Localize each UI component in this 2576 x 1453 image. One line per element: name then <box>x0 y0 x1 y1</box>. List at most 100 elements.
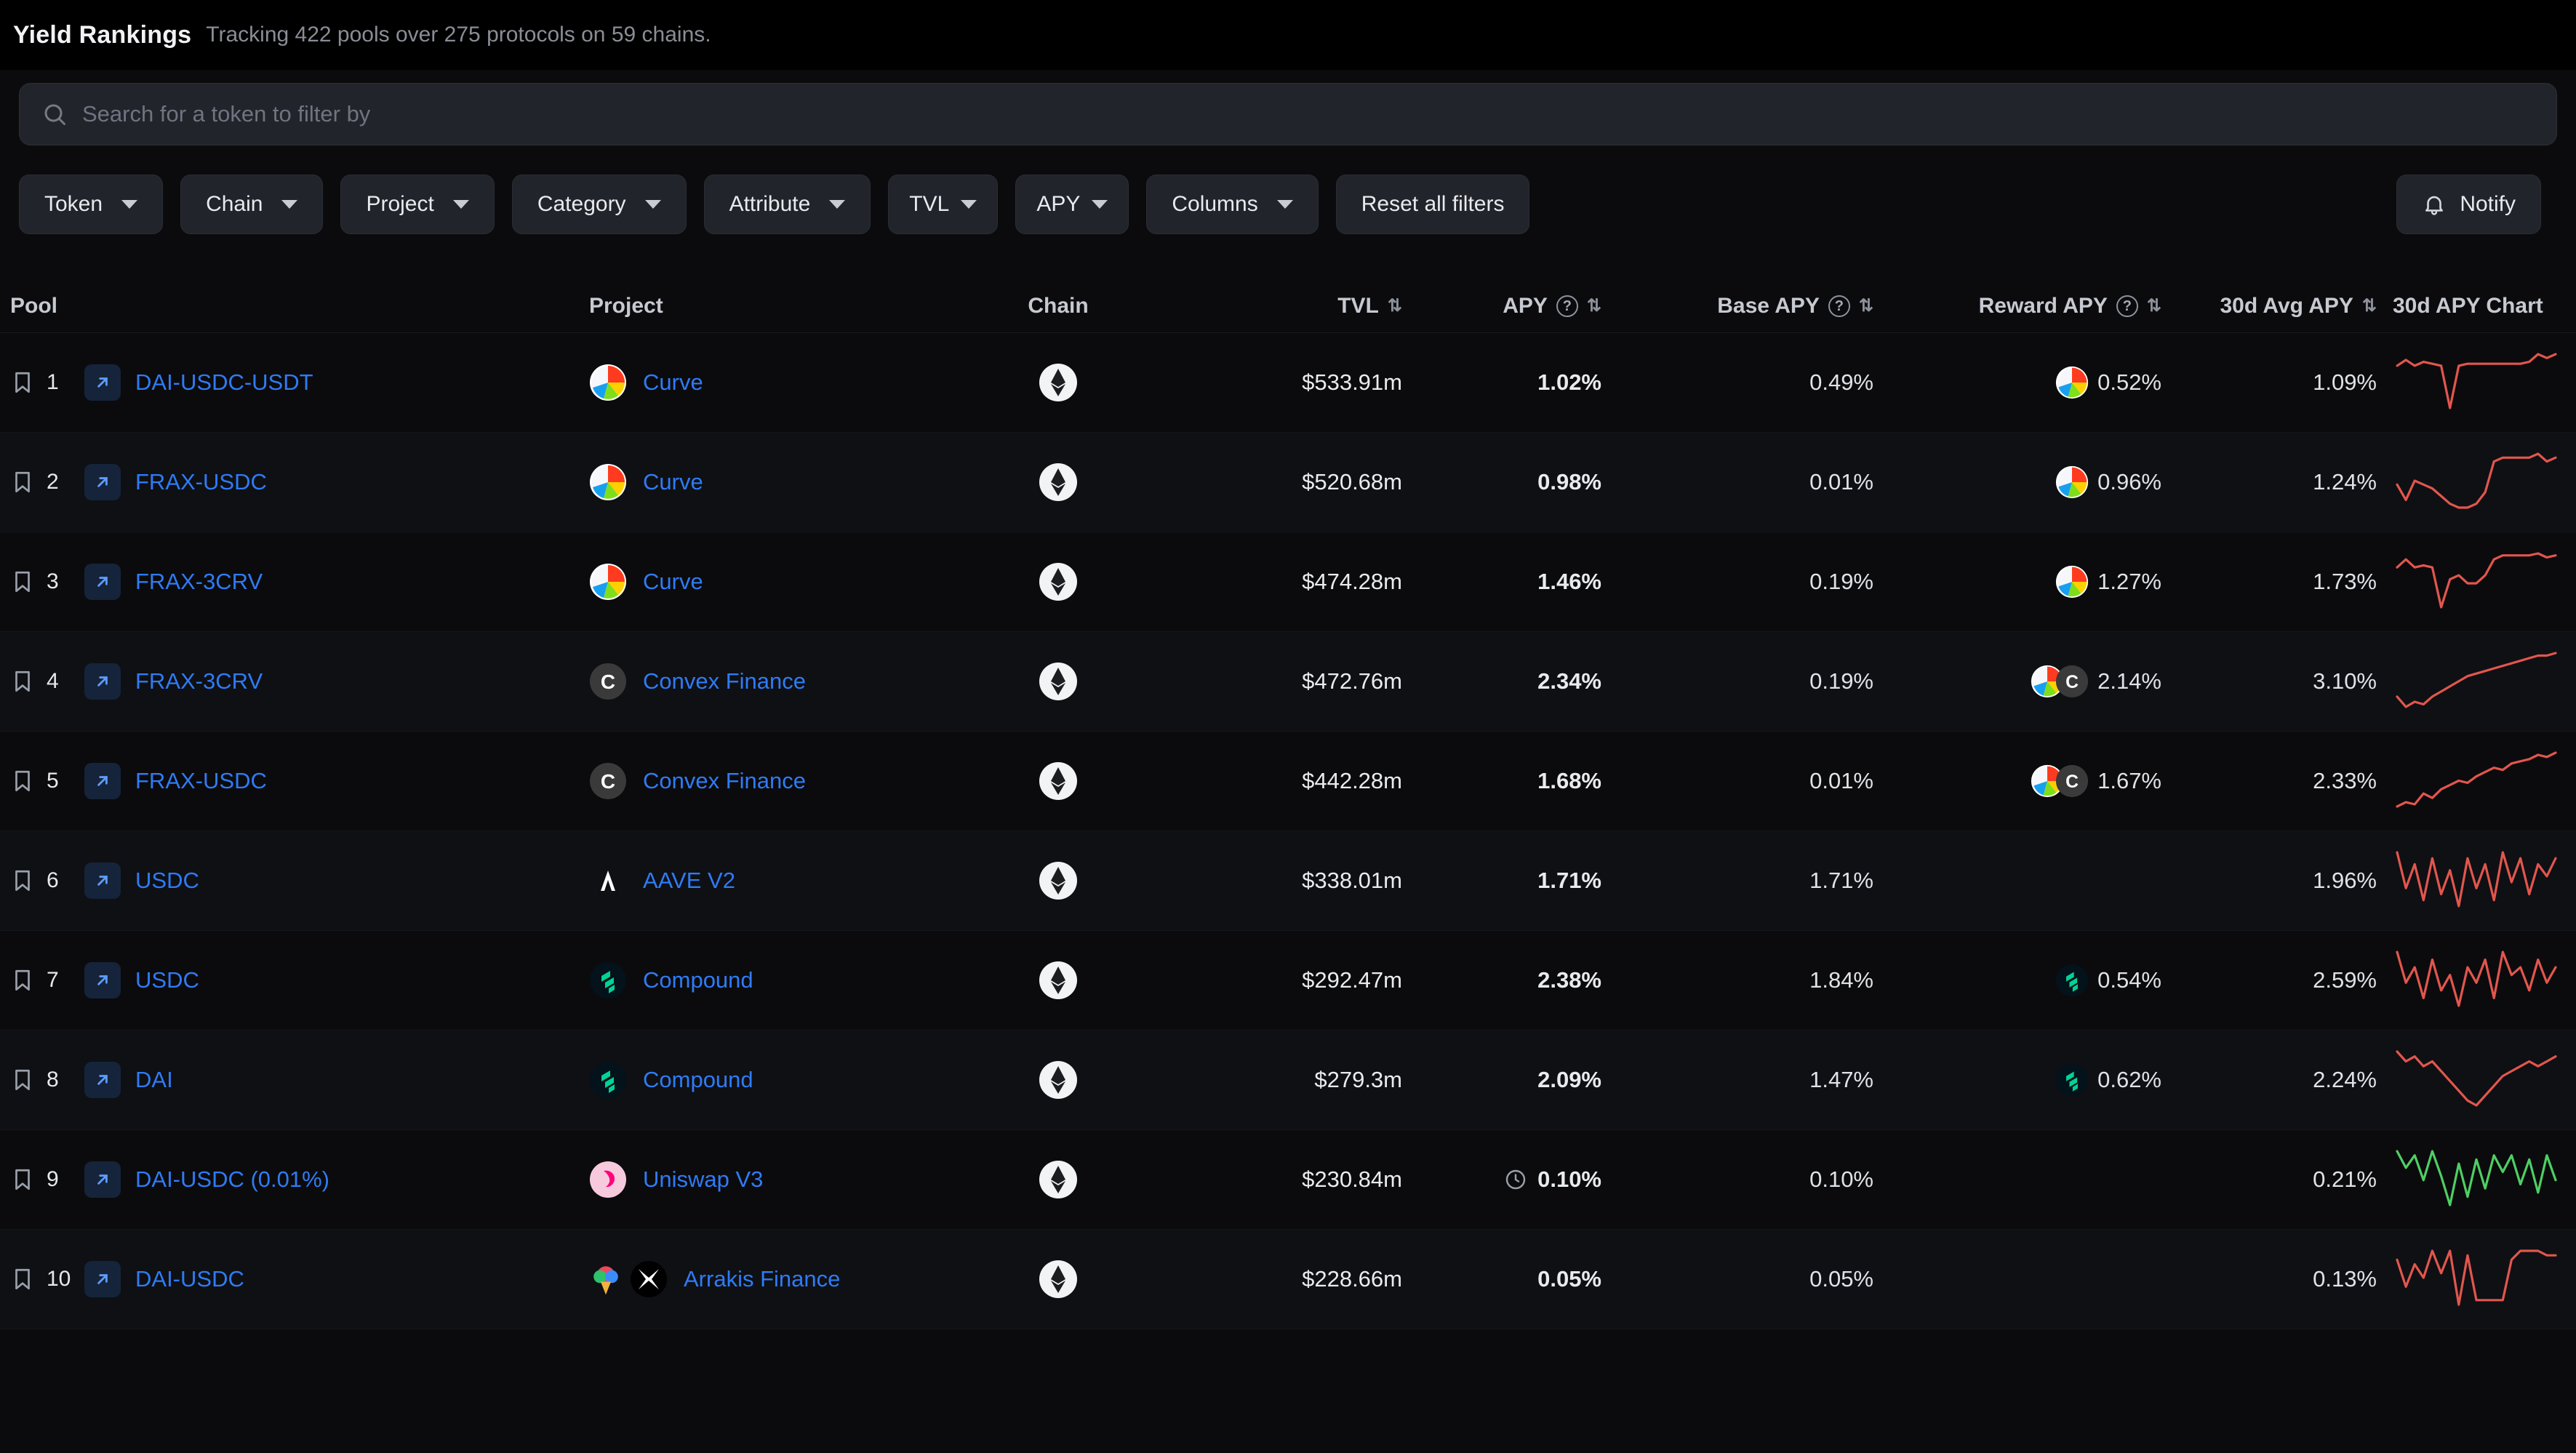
filter-token[interactable]: Token <box>19 175 164 234</box>
external-link-button[interactable] <box>84 364 121 401</box>
col-header-pool[interactable]: Pool <box>0 294 589 319</box>
cell-project-name[interactable]: Compound <box>643 967 753 993</box>
cell-pool-name[interactable]: FRAX-3CRV <box>135 569 263 595</box>
cell-pool-name[interactable]: DAI-USDC-USDT <box>135 369 313 396</box>
bookmark-icon[interactable] <box>10 370 35 395</box>
cell-pool[interactable]: 10 DAI-USDC <box>0 1261 589 1297</box>
bookmark-icon[interactable] <box>10 669 35 694</box>
external-link-button[interactable] <box>84 663 121 700</box>
bookmark-icon[interactable] <box>10 868 35 893</box>
col-header-project[interactable]: Project <box>589 294 960 319</box>
cell-pool-name[interactable]: USDC <box>135 868 199 894</box>
filter-tvl[interactable]: TVL <box>888 175 999 234</box>
filter-project[interactable]: Project <box>340 175 495 234</box>
external-link-button[interactable] <box>84 763 121 799</box>
notify-button[interactable]: Notify <box>2396 175 2541 234</box>
table-row[interactable]: 1 DAI-USDC-USDT Curve $533.91m 1.02% 0.4… <box>0 333 2576 433</box>
info-icon[interactable]: ? <box>1828 295 1850 317</box>
cell-chain[interactable] <box>960 1260 1156 1299</box>
bookmark-icon[interactable] <box>10 769 35 793</box>
cell-chain[interactable] <box>960 662 1156 701</box>
col-header-apy[interactable]: APY ? ⇅ <box>1418 294 1615 319</box>
external-link-button[interactable] <box>84 1062 121 1098</box>
cell-project[interactable]: C Convex Finance <box>589 762 960 800</box>
col-header-reward-apy[interactable]: Reward APY ? ⇅ <box>1891 294 2175 319</box>
cell-project-name[interactable]: Arrakis Finance <box>684 1266 840 1292</box>
cell-pool-name[interactable]: FRAX-USDC <box>135 768 267 794</box>
filter-apy[interactable]: APY <box>1015 175 1129 234</box>
cell-project[interactable]: Curve <box>589 364 960 401</box>
filter-columns[interactable]: Columns <box>1146 175 1319 234</box>
bookmark-icon[interactable] <box>10 569 35 594</box>
bookmark-icon[interactable] <box>10 1068 35 1092</box>
table-row[interactable]: 5 FRAX-USDC C Convex Finance $442.28m 1.… <box>0 732 2576 831</box>
bookmark-icon[interactable] <box>10 968 35 993</box>
bookmark-icon[interactable] <box>10 470 35 495</box>
cell-project[interactable]: Arrakis Finance <box>589 1260 960 1298</box>
filter-attribute[interactable]: Attribute <box>703 175 871 234</box>
external-link-button[interactable] <box>84 464 121 500</box>
cell-pool-name[interactable]: DAI-USDC (0.01%) <box>135 1166 329 1193</box>
cell-project-name[interactable]: Compound <box>643 1067 753 1093</box>
cell-pool-name[interactable]: DAI <box>135 1067 173 1093</box>
cell-project[interactable]: Curve <box>589 463 960 501</box>
external-link-button[interactable] <box>84 1261 121 1297</box>
cell-pool-name[interactable]: FRAX-USDC <box>135 469 267 495</box>
cell-chain[interactable] <box>960 1160 1156 1199</box>
cell-chain[interactable] <box>960 363 1156 402</box>
table-row[interactable]: 9 DAI-USDC (0.01%) Uniswap V3 $230.84m 0… <box>0 1130 2576 1230</box>
cell-pool[interactable]: 7 USDC <box>0 962 589 998</box>
search-input[interactable]: Search for a token to filter by <box>19 83 2557 145</box>
sort-icon[interactable]: ⇅ <box>2147 297 2161 315</box>
cell-chain[interactable] <box>960 1060 1156 1100</box>
cell-pool[interactable]: 2 FRAX-USDC <box>0 464 589 500</box>
reset-all-filters-button[interactable]: Reset all filters <box>1335 175 1530 234</box>
external-link-button[interactable] <box>84 862 121 899</box>
cell-project[interactable]: Curve <box>589 563 960 601</box>
cell-pool[interactable]: 6 USDC <box>0 862 589 899</box>
cell-project[interactable]: Uniswap V3 <box>589 1161 960 1198</box>
col-header-base-apy[interactable]: Base APY ? ⇅ <box>1615 294 1891 319</box>
cell-chain[interactable] <box>960 761 1156 801</box>
table-row[interactable]: 3 FRAX-3CRV Curve $474.28m 1.46% 0.19% 1… <box>0 532 2576 632</box>
cell-project-name[interactable]: Uniswap V3 <box>643 1166 763 1193</box>
info-icon[interactable]: ? <box>2116 295 2138 317</box>
table-row[interactable]: 4 FRAX-3CRV C Convex Finance $472.76m 2.… <box>0 632 2576 732</box>
cell-pool[interactable]: 1 DAI-USDC-USDT <box>0 364 589 401</box>
sort-icon[interactable]: ⇅ <box>1388 297 1402 315</box>
cell-project[interactable]: Compound <box>589 1061 960 1099</box>
table-row[interactable]: 7 USDC Compound $292.47m 2.38% 1.84% 0.5… <box>0 931 2576 1030</box>
table-row[interactable]: 8 DAI Compound $279.3m 2.09% 1.47% 0.62%… <box>0 1030 2576 1130</box>
sort-icon[interactable]: ⇅ <box>1587 297 1601 315</box>
table-row[interactable]: 6 USDC AAVE V2 $338.01m 1.71% 1.71% 1.96… <box>0 831 2576 931</box>
cell-pool[interactable]: 8 DAI <box>0 1062 589 1098</box>
cell-chain[interactable] <box>960 961 1156 1000</box>
col-header-tvl[interactable]: TVL ⇅ <box>1156 294 1418 319</box>
filter-chain[interactable]: Chain <box>180 175 324 234</box>
cell-project[interactable]: AAVE V2 <box>589 862 960 900</box>
cell-project-name[interactable]: Curve <box>643 569 703 595</box>
cell-pool-name[interactable]: USDC <box>135 967 199 993</box>
cell-pool-name[interactable]: FRAX-3CRV <box>135 668 263 695</box>
cell-project-name[interactable]: Convex Finance <box>643 668 806 695</box>
cell-chain[interactable] <box>960 861 1156 900</box>
cell-project-name[interactable]: Curve <box>643 369 703 396</box>
col-header-30d-avg-apy[interactable]: 30d Avg APY ⇅ <box>2175 294 2393 319</box>
cell-project-name[interactable]: AAVE V2 <box>643 868 735 894</box>
cell-project[interactable]: Compound <box>589 961 960 999</box>
bookmark-icon[interactable] <box>10 1267 35 1292</box>
cell-project[interactable]: C Convex Finance <box>589 663 960 700</box>
cell-chain[interactable] <box>960 562 1156 601</box>
cell-project-name[interactable]: Convex Finance <box>643 768 806 794</box>
sort-icon[interactable]: ⇅ <box>1859 297 1873 315</box>
table-row[interactable]: 10 DAI-USDC Arrakis Finance $228.66m 0.0… <box>0 1230 2576 1329</box>
col-header-chain[interactable]: Chain <box>960 294 1156 319</box>
bookmark-icon[interactable] <box>10 1167 35 1192</box>
cell-pool[interactable]: 4 FRAX-3CRV <box>0 663 589 700</box>
cell-pool-name[interactable]: DAI-USDC <box>135 1266 244 1292</box>
info-icon[interactable]: ? <box>1556 295 1578 317</box>
table-row[interactable]: 2 FRAX-USDC Curve $520.68m 0.98% 0.01% 0… <box>0 433 2576 532</box>
apy-outlier-icon[interactable] <box>1504 1168 1527 1191</box>
cell-chain[interactable] <box>960 463 1156 502</box>
external-link-button[interactable] <box>84 564 121 600</box>
